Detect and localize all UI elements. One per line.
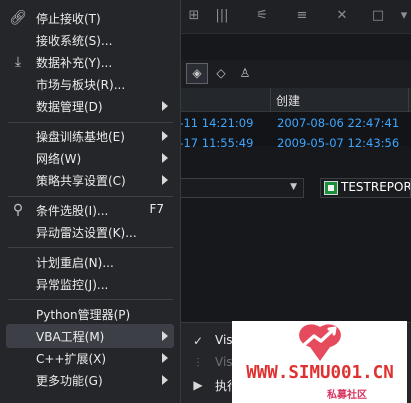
menu-item-data-supplement[interactable]: ⤓ 数据补充(Y)... xyxy=(6,50,174,74)
watermark-url: WWW.SIMU001.CN xyxy=(246,363,394,383)
column-separator[interactable] xyxy=(270,88,271,112)
menu-item-receive-system[interactable]: 接收系统(S)... xyxy=(6,28,174,52)
download-icon: ⤓ xyxy=(14,54,22,70)
menu-item-vba-project[interactable]: VBA工程(M) xyxy=(6,324,174,348)
menu-item-trading-practice[interactable]: 操盘训练基地(E) xyxy=(6,124,174,148)
toolbar-fan-icon[interactable]: ⚟ xyxy=(250,7,274,25)
tools-menu: 🔗︎ 停止接收(T) 接收系统(S)... ⤓ 数据补充(Y)... 市场与板块… xyxy=(0,0,181,403)
menu-item-scheduled-restart[interactable]: 计划重启(N)... xyxy=(6,250,174,274)
column-separator[interactable] xyxy=(408,88,409,112)
menu-item-exception-monitor[interactable]: 异常监控(J)... xyxy=(6,272,174,296)
menu-separator xyxy=(8,196,173,197)
link-icon: 🔗︎ xyxy=(9,10,27,26)
layer-outline-icon[interactable]: ◇ xyxy=(210,63,232,84)
table-cell[interactable]: 3-11 14:21:09 xyxy=(172,116,253,130)
menu-item-strategy-sharing[interactable]: 策略共享设置(C) xyxy=(6,168,174,192)
table-cell[interactable]: 3-17 11:55:49 xyxy=(172,136,253,150)
submenu-arrow-icon xyxy=(162,175,168,185)
grid-header: 创建 xyxy=(180,88,411,112)
column-header-created[interactable]: 创建 xyxy=(276,92,300,109)
table-cell[interactable]: 2007-08-06 22:47:41 xyxy=(277,116,399,130)
submenu-arrow-icon xyxy=(162,101,168,111)
menu-separator xyxy=(8,247,173,248)
submenu-arrow-icon xyxy=(162,375,168,385)
menu-item-stop-receive[interactable]: 🔗︎ 停止接收(T) xyxy=(6,6,174,30)
filter-icon: ⚲ xyxy=(12,202,24,218)
toolbar-bars-icon[interactable]: ||| xyxy=(210,7,234,25)
check-icon: ✓ xyxy=(192,334,204,348)
shortcut-label: F7 xyxy=(149,202,164,216)
report-selector[interactable]: TESTREPORT xyxy=(320,178,411,198)
watermark-logo xyxy=(299,324,341,361)
menu-item-more-features[interactable]: 更多功能(G) xyxy=(6,368,174,392)
menu-item-network[interactable]: 网络(W) xyxy=(6,146,174,170)
menu-item-market-sector[interactable]: 市场与板块(R)... xyxy=(6,72,174,96)
submenu-arrow-icon xyxy=(162,331,168,341)
data-grid: 创建 3-11 14:21:09 2007-08-06 22:47:41 3-1… xyxy=(172,88,411,150)
submenu-arrow-icon xyxy=(162,131,168,141)
menu-item-python-manager[interactable]: Python管理器(P) xyxy=(6,302,174,326)
sliders-icon: ⫶ xyxy=(196,356,200,370)
menu-separator xyxy=(8,299,173,300)
grid-toolbar: ◈ ◇ ♙ xyxy=(180,60,411,88)
watermark-subtitle: 私募社区 xyxy=(327,390,367,401)
table-cell[interactable]: 2009-05-07 12:43:56 xyxy=(277,136,399,150)
filter-dropdown[interactable]: ▼ xyxy=(180,178,304,198)
layers-icon[interactable]: ◈ xyxy=(186,63,208,84)
toolbar-lines-icon[interactable]: ≡ xyxy=(290,7,314,25)
menu-item-stock-screener[interactable]: ⚲ 条件选股(I)... F7 xyxy=(6,198,174,222)
menu-item-cpp-extension[interactable]: C++扩展(X) xyxy=(6,346,174,370)
chevron-down-icon: ▼ xyxy=(290,182,297,192)
toolbar-rect-icon[interactable]: □ xyxy=(366,7,390,25)
report-icon xyxy=(324,181,338,195)
toolbar-cross-icon[interactable]: ✕ xyxy=(330,7,354,25)
submenu-arrow-icon xyxy=(162,153,168,163)
toolbar-icon-1[interactable]: ⊞ xyxy=(182,7,206,25)
menu-separator xyxy=(8,122,173,123)
menu-item-data-management[interactable]: 数据管理(D) xyxy=(6,94,174,118)
site-watermark: WWW.SIMU001.CN 私募社区 xyxy=(232,321,407,403)
filter-row: ▼ TESTREPORT xyxy=(180,176,411,200)
menu-item-radar-settings[interactable]: 异动雷达设置(K)... xyxy=(6,220,174,244)
toolbar-more-icon[interactable]: ▾ xyxy=(392,7,411,25)
play-circle-icon: ▶ xyxy=(193,378,203,392)
report-label: TESTREPORT xyxy=(341,180,411,194)
user-settings-icon[interactable]: ♙ xyxy=(234,63,256,84)
submenu-arrow-icon xyxy=(162,353,168,363)
